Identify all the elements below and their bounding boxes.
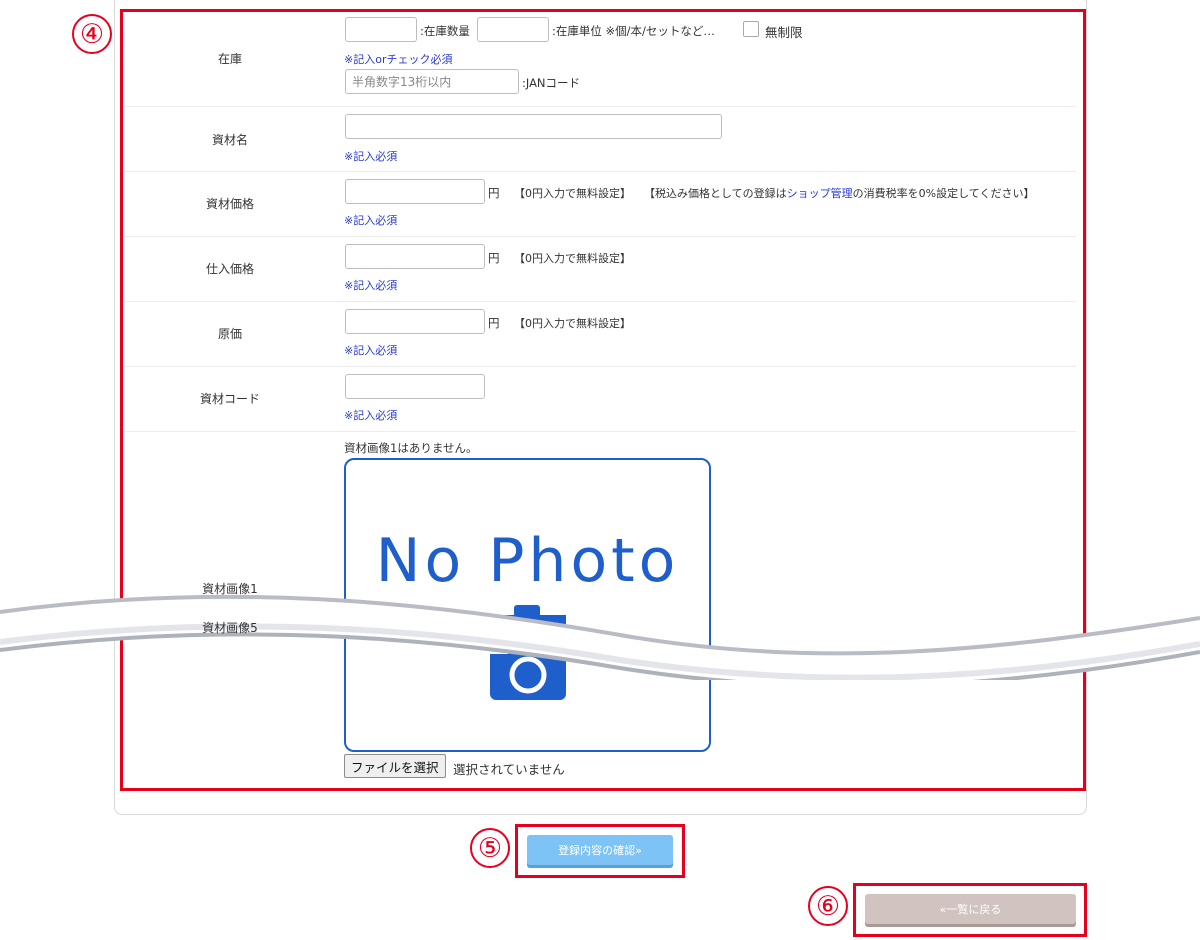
stock-quantity-suffix: :在庫数量 bbox=[420, 24, 470, 38]
marker-5: ⑤ bbox=[470, 828, 510, 868]
cost-price-required-note: ※記入必須 bbox=[344, 344, 398, 357]
purchase-price-input[interactable] bbox=[345, 244, 485, 269]
stock-unit-suffix: :在庫単位 ※個/本/セットなど… bbox=[552, 24, 715, 38]
stock-required-note: ※記入orチェック必須 bbox=[344, 53, 453, 66]
no-photo-text: No Photo bbox=[375, 526, 680, 596]
material-price-tax-hint: 【税込み価格としての登録はショップ管理の消費税率を0%設定してください】 bbox=[644, 185, 1034, 201]
unlimited-label: 無制限 bbox=[765, 25, 803, 40]
row-divider bbox=[124, 431, 1076, 432]
material-name-required-note: ※記入必須 bbox=[344, 150, 398, 163]
purchase-price-unit: 円 bbox=[488, 251, 500, 265]
material-price-input[interactable] bbox=[345, 179, 485, 204]
cost-price-label: 原価 bbox=[217, 327, 242, 341]
stock-quantity-input[interactable] bbox=[345, 17, 417, 42]
material-price-unit: 円 bbox=[488, 186, 500, 200]
choose-file-button[interactable]: ファイルを選択 bbox=[344, 754, 446, 778]
file-status-text: 選択されていません bbox=[453, 762, 565, 777]
material-code-input[interactable] bbox=[345, 374, 485, 399]
row-divider bbox=[124, 301, 1076, 302]
cost-price-unit: 円 bbox=[488, 316, 500, 330]
shop-management-link[interactable]: ショップ管理 bbox=[787, 187, 853, 200]
back-to-list-button[interactable]: «一覧に戻る bbox=[865, 894, 1076, 924]
material-image-none-text: 資材画像1はありません。 bbox=[344, 441, 478, 455]
row-divider bbox=[124, 106, 1076, 107]
material-name-input[interactable] bbox=[345, 114, 722, 139]
unlimited-checkbox[interactable] bbox=[743, 21, 759, 37]
material-image-last-label: 資材画像5 bbox=[202, 621, 258, 635]
row-divider bbox=[124, 171, 1076, 172]
tax-hint-before: 【税込み価格としての登録は bbox=[644, 187, 787, 200]
material-code-required-note: ※記入必須 bbox=[344, 409, 398, 422]
tax-hint-after: の消費税率を0%設定してください】 bbox=[852, 187, 1035, 200]
stock-unit-input[interactable] bbox=[477, 17, 549, 42]
marker-6: ⑥ bbox=[808, 886, 848, 926]
jan-code-suffix: :JANコード bbox=[522, 76, 581, 90]
material-name-label: 資材名 bbox=[211, 133, 248, 147]
jan-code-input[interactable] bbox=[345, 69, 519, 94]
material-price-free-hint: 【0円入力で無料設定】 bbox=[514, 187, 631, 200]
purchase-price-free-hint: 【0円入力で無料設定】 bbox=[514, 252, 631, 265]
row-divider bbox=[124, 236, 1076, 237]
material-image-first-label: 資材画像1 bbox=[202, 582, 258, 596]
row-divider bbox=[124, 366, 1076, 367]
confirm-registration-button[interactable]: 登録内容の確認» bbox=[527, 835, 673, 865]
material-code-label: 資材コード bbox=[199, 392, 260, 406]
cost-price-free-hint: 【0円入力で無料設定】 bbox=[514, 317, 631, 330]
purchase-price-required-note: ※記入必須 bbox=[344, 279, 398, 292]
purchase-price-label: 仕入価格 bbox=[205, 262, 254, 276]
cost-price-input[interactable] bbox=[345, 309, 485, 334]
material-price-required-note: ※記入必須 bbox=[344, 214, 398, 227]
stock-label: 在庫 bbox=[217, 52, 242, 66]
material-price-label: 資材価格 bbox=[205, 197, 254, 211]
marker-4: ④ bbox=[72, 14, 112, 54]
